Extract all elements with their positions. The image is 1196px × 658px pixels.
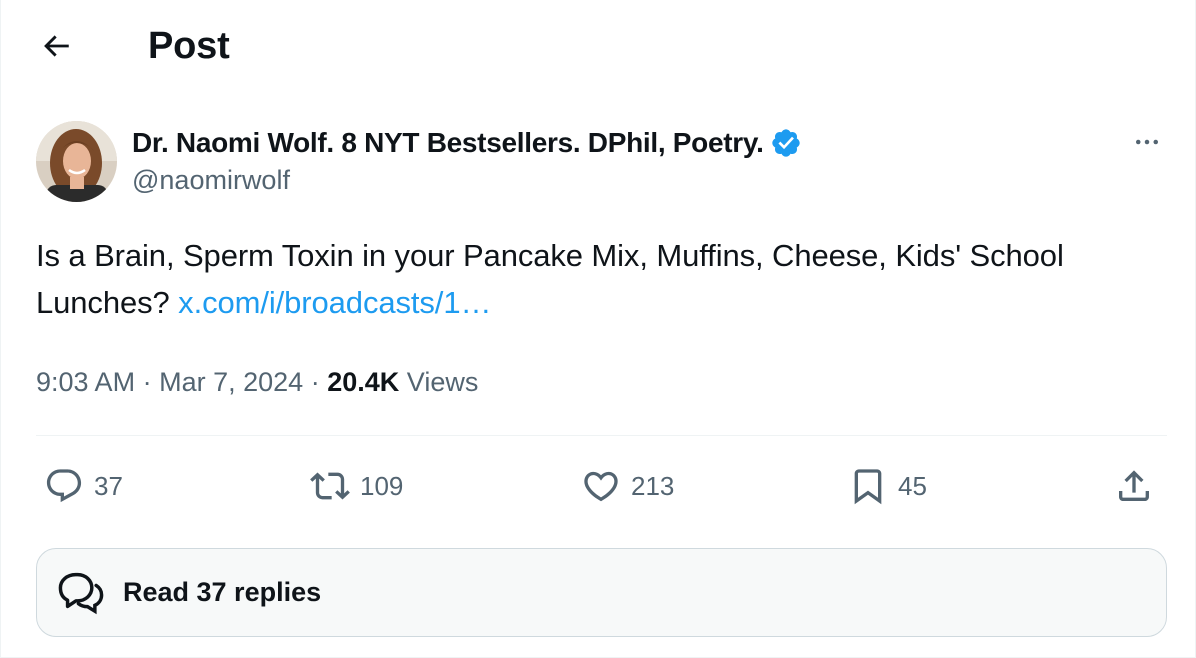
bookmark-icon [854,469,882,505]
repost-button[interactable]: 109 [310,462,403,510]
post-link[interactable]: x.com/i/broadcasts/1… [178,285,491,320]
post-page: Post Dr. Naomi Wolf. 8 NYT Bestsellers. … [0,0,1196,658]
more-options-button[interactable] [1127,122,1167,162]
avatar[interactable] [36,121,117,202]
bookmark-count: 45 [898,470,927,501]
action-bar: 37 109 213 45 [36,462,1167,510]
author-name-row: Dr. Naomi Wolf. 8 NYT Bestsellers. DPhil… [132,124,802,162]
read-replies-label: Read 37 replies [123,577,322,607]
share-icon [1119,470,1149,501]
meta-separator: · [142,367,152,397]
reply-icon [46,469,82,503]
post-meta: 9:03 AM · Mar 7, 2024 · 20.4K Views [36,364,478,400]
heart-icon [584,471,618,502]
like-count: 213 [631,470,675,501]
repost-icon [310,472,350,500]
views-label: Views [406,367,479,397]
reply-count: 37 [94,470,123,501]
page-title: Post [148,25,230,67]
verified-badge-icon[interactable] [770,127,802,159]
avatar-image [36,121,117,202]
divider [36,435,1167,436]
post-date[interactable]: Mar 7, 2024 [159,367,303,397]
bookmark-button[interactable]: 45 [848,462,927,510]
meta-separator: · [310,367,320,397]
page-header: Post [1,0,1196,92]
post-time[interactable]: 9:03 AM [36,367,135,397]
conversation-icon [58,572,104,614]
back-button[interactable] [31,24,81,68]
like-button[interactable]: 213 [581,462,674,510]
more-horizontal-icon [1136,139,1158,145]
reply-button[interactable]: 37 [44,462,123,510]
arrow-left-icon [44,35,69,57]
share-button[interactable] [1114,462,1154,510]
repost-count: 109 [360,470,404,501]
post-text: Is a Brain, Sperm Toxin in your Pancake … [36,232,1156,326]
author-display-name[interactable]: Dr. Naomi Wolf. 8 NYT Bestsellers. DPhil… [132,127,764,159]
read-replies-button[interactable]: Read 37 replies [36,548,1167,637]
views-count: 20.4K [327,367,400,397]
author-handle[interactable]: @naomirwolf [132,165,290,196]
